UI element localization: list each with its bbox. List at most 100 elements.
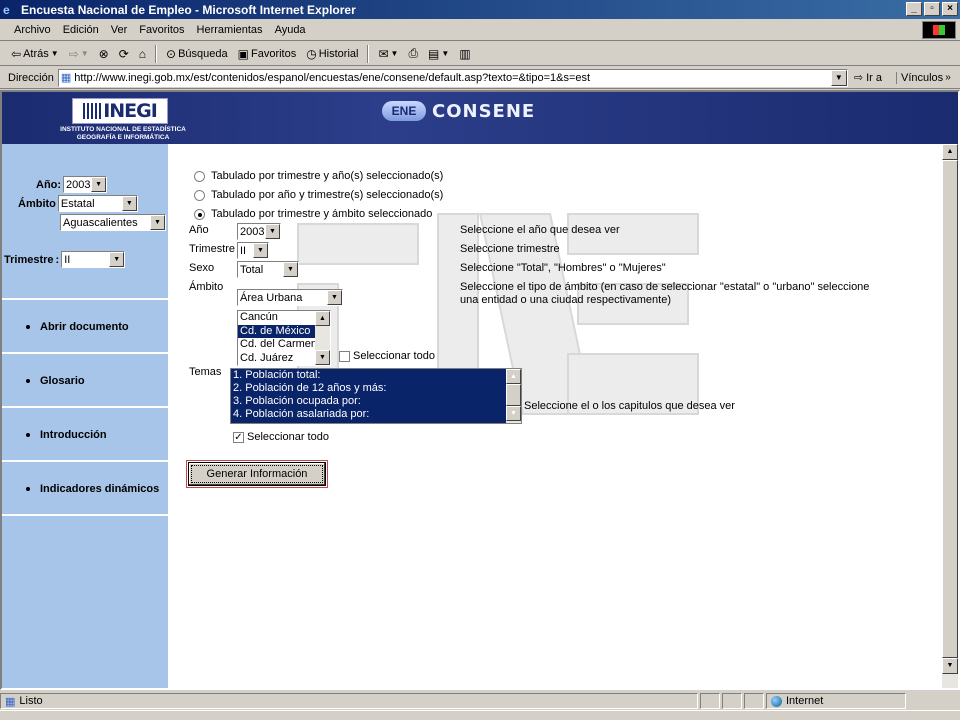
consene-title: CONSENE — [432, 100, 536, 122]
edit-button[interactable]: ▤ ▼ — [425, 47, 452, 61]
chevron-down-icon: ▼ — [441, 49, 450, 58]
back-label: Atrás — [23, 47, 49, 60]
trimestre-select[interactable]: II ▼ — [237, 242, 269, 259]
logo-text: INEGI — [103, 100, 158, 122]
sidebar-trimestre-select[interactable]: II ▼ — [61, 251, 126, 268]
menu-archivo[interactable]: Archivo — [8, 24, 57, 36]
radio-trimestre-anio[interactable]: Tabulado por trimestre y año(s) seleccio… — [194, 170, 443, 182]
favorites-icon: ▣ — [237, 46, 249, 61]
scroll-up-icon[interactable]: ▲ — [506, 369, 521, 384]
discuss-button[interactable]: ▥ — [456, 47, 473, 61]
temas-scrollbar[interactable]: ▲ ▼ — [506, 369, 521, 423]
status-cell — [744, 693, 764, 709]
sidebar-link-label: Indicadores dinámicos — [40, 483, 160, 495]
go-arrow-icon: ⇨ — [853, 72, 864, 84]
forward-arrow-icon: ⇨ — [68, 46, 79, 61]
taskbar — [0, 710, 960, 720]
back-button[interactable]: ⇦ Atrás ▼ — [8, 47, 62, 61]
menu-favoritos[interactable]: Favoritos — [133, 24, 190, 36]
address-bar: Dirección ▦ http://www.inegi.gob.mx/est/… — [0, 67, 960, 89]
sexo-select[interactable]: Total ▼ — [237, 261, 299, 278]
stop-button[interactable]: ⊗ — [96, 47, 112, 61]
sexo-hint: Seleccione "Total", "Hombres" o "Mujeres… — [460, 262, 666, 274]
inegi-logo[interactable]: INEGI — [72, 98, 168, 124]
scroll-down-icon[interactable]: ▼ — [942, 658, 958, 674]
sidebar-anio-select[interactable]: 2003 ▼ — [63, 176, 108, 193]
city-scrollbar[interactable]: ▲ ▼ — [315, 311, 330, 365]
address-dropdown-button[interactable]: ▼ — [830, 69, 847, 86]
search-button[interactable]: ⊙ Búsqueda — [163, 47, 231, 61]
temas-listbox[interactable]: 1. Población total: 2. Población de 12 a… — [230, 368, 522, 424]
radio-label: Tabulado por trimestre y año(s) seleccio… — [211, 170, 444, 182]
home-icon: ⌂ — [138, 46, 147, 61]
favorites-button[interactable]: ▣ Favoritos — [235, 47, 300, 61]
links-button[interactable]: Vínculos — [895, 71, 943, 84]
refresh-button[interactable]: ⟳ — [116, 47, 132, 61]
windows-logo-icon — [922, 21, 956, 39]
city-select-all[interactable]: Seleccionar todo — [339, 350, 435, 362]
menu-ver[interactable]: Ver — [105, 24, 134, 36]
address-input[interactable]: ▦ http://www.inegi.gob.mx/est/contenidos… — [57, 68, 848, 87]
menu-herramientas[interactable]: Herramientas — [191, 24, 269, 36]
sidebar-link-glosario[interactable]: Glosario — [2, 356, 168, 408]
city-listbox[interactable]: Cancún Cd. de México Cd. del Carmen Cd. … — [237, 310, 331, 366]
sidebar-trimestre-colon: : — [55, 253, 60, 266]
sidebar-link-introduccion[interactable]: Introducción — [2, 410, 168, 462]
page-icon: ▦ — [5, 695, 16, 708]
sidebar-ambito-select[interactable]: Estatal ▼ — [57, 195, 138, 212]
print-button[interactable]: ⎙ — [405, 46, 421, 61]
close-button[interactable]: × — [942, 2, 958, 16]
scroll-down-icon[interactable]: ▼ — [506, 406, 521, 421]
forward-button[interactable]: ⇨ ▼ — [66, 47, 92, 61]
scroll-thumb[interactable] — [506, 384, 521, 406]
radio-button[interactable] — [194, 170, 205, 182]
page-scrollbar[interactable]: ▲ ▼ — [942, 144, 958, 688]
back-arrow-icon: ⇦ — [11, 46, 22, 61]
radio-label: Tabulado por año y trimestre(s) seleccio… — [211, 189, 444, 201]
temas-select-all[interactable]: ✓ Seleccionar todo — [233, 431, 329, 443]
minimize-button[interactable]: _ — [906, 2, 922, 16]
globe-icon — [771, 695, 782, 707]
temas-label: Temas — [189, 366, 222, 378]
sidebar-link-indicadores[interactable]: Indicadores dinámicos — [2, 464, 168, 516]
sidebar-entidad-select[interactable]: Aguascalientes ▼ — [60, 214, 166, 231]
list-item-selected[interactable]: 1. Población total: — [231, 369, 521, 382]
favorites-label: Favoritos — [250, 47, 297, 60]
sidebar: Año: 2003 ▼ Ámbito Estatal ▼ Aguascalien… — [2, 144, 168, 688]
print-icon: ⎙ — [408, 46, 419, 60]
radio-trimestre-ambito[interactable]: Tabulado por trimestre y ámbito seleccio… — [194, 208, 432, 220]
anio-select[interactable]: 2003 ▼ — [237, 223, 281, 240]
ambito-select[interactable]: Área Urbana ▼ — [237, 289, 343, 306]
list-item-selected[interactable]: 2. Población de 12 años y más: — [231, 382, 521, 395]
go-button[interactable]: ⇨ Ir a — [853, 71, 882, 85]
checkbox[interactable] — [339, 350, 350, 362]
radio-button[interactable] — [194, 189, 205, 201]
menu-edicion[interactable]: Edición — [57, 24, 105, 36]
sidebar-trimestre-label: Trimestre — [4, 253, 54, 266]
chevron-down-icon: ▼ — [150, 215, 165, 230]
maximize-button[interactable]: ▫ — [924, 2, 940, 16]
list-item-selected[interactable]: 4. Población asalariada por: — [231, 408, 521, 421]
scroll-up-icon[interactable]: ▲ — [315, 311, 330, 326]
chevron-right-icon: » — [945, 72, 951, 83]
radio-button-selected[interactable] — [194, 208, 205, 220]
scroll-thumb[interactable] — [942, 160, 958, 658]
sidebar-link-abrir-documento[interactable]: Abrir documento — [2, 302, 168, 354]
history-button[interactable]: ◷ Historial — [303, 47, 361, 61]
generate-button[interactable]: Generar Información — [188, 462, 326, 486]
radio-anio-trimestre[interactable]: Tabulado por año y trimestre(s) seleccio… — [194, 189, 443, 201]
scroll-down-icon[interactable]: ▼ — [315, 350, 330, 365]
home-button[interactable]: ⌂ — [136, 47, 149, 61]
chevron-down-icon: ▼ — [327, 290, 342, 305]
scroll-up-icon[interactable]: ▲ — [942, 144, 958, 160]
title-bar: e Encuesta Nacional de Empleo - Microsof… — [0, 0, 960, 19]
web-content: INEGI INSTITUTO NACIONAL DE ESTADÍSTICA … — [0, 90, 960, 690]
checkbox-checked[interactable]: ✓ — [233, 431, 244, 443]
temas-select-all-label: Seleccionar todo — [247, 431, 329, 443]
ambito-hint: Seleccione el tipo de ámbito (en caso de… — [460, 281, 870, 306]
list-item-selected[interactable]: 3. Población ocupada por: — [231, 395, 521, 408]
sidebar-anio-label: Año: — [36, 178, 62, 191]
mail-button[interactable]: ✉ ▼ — [375, 47, 401, 61]
consene-logo: ENE CONSENE — [382, 100, 535, 122]
menu-ayuda[interactable]: Ayuda — [269, 24, 312, 36]
